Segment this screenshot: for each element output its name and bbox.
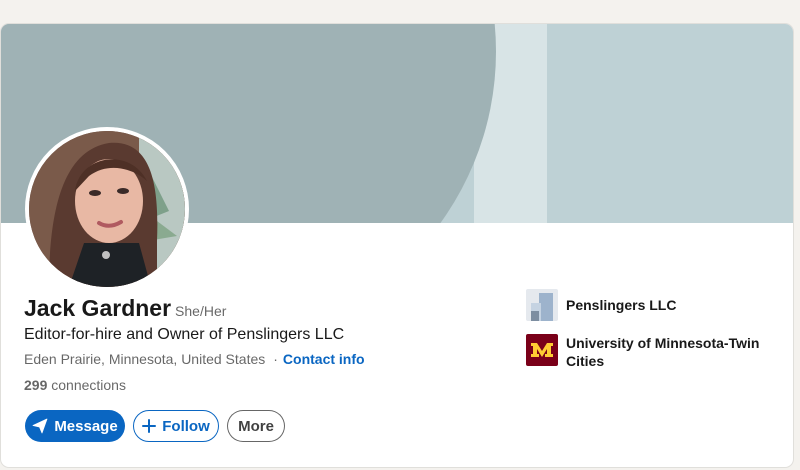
message-button[interactable]: Message [25,410,125,442]
avatar-photo [29,131,185,287]
connections[interactable]: 299 connections [24,377,126,393]
connections-count: 299 [24,377,48,393]
separator: · [273,351,278,367]
profile-card: Jack Gardner She/Her Editor-for-hire and… [1,24,793,467]
avatar[interactable] [25,127,189,291]
profile-name: Jack Gardner [24,295,172,321]
location-row: Eden Prairie, Minnesota, United States ·… [24,351,365,367]
profile-actions: Message Follow More [25,410,285,442]
org-item-university[interactable]: University of Minnesota-Twin Cities [526,334,776,370]
send-icon [32,418,48,434]
location: Eden Prairie, Minnesota, United States [24,351,266,367]
org-item-penslingers[interactable]: Penslingers LLC [526,289,776,321]
profile-headline: Editor-for-hire and Owner of Penslingers… [24,326,345,343]
message-label: Message [54,417,118,435]
pronouns: She/Her [175,303,227,319]
connections-label: connections [51,377,126,393]
follow-label: Follow [162,417,210,435]
university-logo-icon [526,334,558,366]
org-label: Penslingers LLC [566,297,677,313]
org-label: University of Minnesota-Twin Cities [566,335,760,369]
follow-button[interactable]: Follow [133,410,219,442]
plus-icon [142,419,157,433]
contact-info-link[interactable]: Contact info [283,351,365,367]
more-button[interactable]: More [227,410,285,442]
company-logo-icon [526,289,558,321]
more-label: More [238,417,274,435]
name-row: Jack Gardner She/Her [24,295,226,322]
